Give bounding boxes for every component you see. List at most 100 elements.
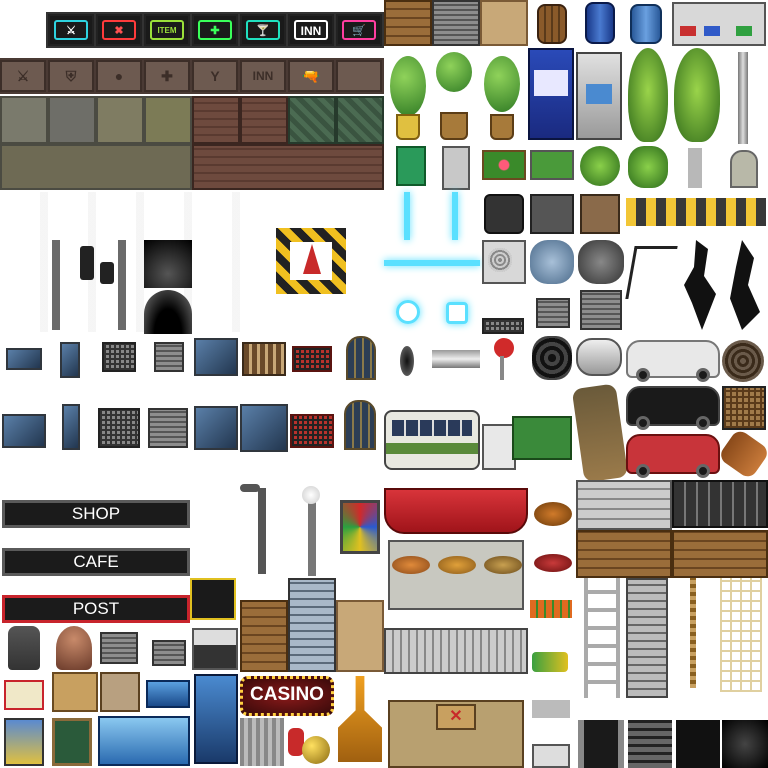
window-arch-1 [346,336,376,380]
cocktail-icon: Y [210,68,220,84]
wrecking-ball [302,736,330,764]
item-bag-icon: ITEM [150,20,184,40]
recycle-slot-blue [704,26,720,36]
potted-plant-1 [388,52,428,144]
street-lamp-2-head [302,486,320,504]
dark-stairs [672,480,768,528]
drain-pipe [400,346,414,376]
dark-rope-tile [676,720,720,768]
window-large-2 [194,406,238,450]
oil-tank [576,338,622,376]
traffic-light-head-2 [100,262,114,284]
trash-bags [530,240,574,284]
car-black-wheel-2 [696,416,710,430]
truck-cargo [512,416,572,460]
street-lamp-1 [258,488,266,574]
cardboard-box [480,0,528,46]
brick-base [192,144,384,190]
generator [484,194,524,234]
bus-windows [392,420,472,436]
window-red-2 [290,414,334,448]
ashtray-stand [8,626,40,670]
ticket-kiosk[interactable] [442,146,470,190]
building-model [240,718,284,766]
metal-stairs[interactable] [626,578,668,698]
crack-1 [625,246,678,299]
brick-wall-1 [192,96,240,144]
car-white-wheel-2 [696,368,710,382]
plate-inn: INN [240,60,286,92]
wooden-platform-2 [672,530,768,578]
stained-glass-window [340,500,380,554]
crack-3 [730,240,760,330]
drain-grate [482,318,524,334]
neon-tube-horizontal [384,260,480,266]
item-bag-icon: ● [114,68,124,84]
neon-square [446,302,468,324]
window-tall-2 [62,404,80,450]
plate-weapon: ⚔ [0,60,46,92]
stone-wall-3 [96,96,144,144]
neon-shop-sign: 🛒 [336,14,382,46]
billboard-blue [146,680,190,708]
rope[interactable] [690,578,696,688]
rope-net[interactable] [720,578,762,692]
vegetables [532,652,568,672]
plate-clinic: ✚ [144,60,190,92]
casino-sign: CASINO [240,676,334,716]
stone-wall-4 [144,96,192,144]
plate-gun: 🔫 [288,60,334,92]
window-tall-1 [60,342,80,378]
roast-chicken [534,502,572,526]
stop-sign [492,336,516,360]
tire-stack [532,336,572,380]
potted-plant-2 [434,52,474,144]
stone-steps [576,480,672,530]
car-white-wheel-1 [636,368,650,382]
tunnel-entrance [144,290,192,334]
stone-wall-1 [0,96,48,144]
neon-item-sign: ITEM [144,14,190,46]
boom-barrier [626,198,766,226]
plate-blank [336,60,382,92]
wooden-platform-1 [576,530,672,578]
tray-items [532,700,570,718]
window-shutter-2 [148,408,188,448]
price-board [532,744,570,768]
crate-stack [240,600,288,672]
tin-stall-awning [384,628,528,674]
inn-icon: INN [294,20,328,40]
ladder-1[interactable] [584,578,620,698]
car-red-wheel-1 [636,464,650,478]
window-small-2 [2,414,46,448]
post-sign: POST [2,595,190,623]
cocktail-icon: 🍸 [246,20,280,40]
food-platter-3 [484,556,522,574]
neon-armor-sign: ✖ [96,14,142,46]
recycle-slot-green [736,26,752,36]
notice-board [100,672,140,712]
window-grate-1 [102,342,136,372]
cafe-sign: CAFE [2,548,190,576]
payphone[interactable] [396,146,426,186]
neon-weapon-sign: ⚔ [48,14,94,46]
aircon-fan [488,248,512,272]
cardboard-box-2 [336,600,384,672]
pipe-horizontal [432,350,480,368]
neon-tube-vertical-1 [404,192,410,240]
stone-wall-2 [48,96,96,144]
cypress-tree-1 [628,48,668,142]
small-shop-front [192,628,238,670]
crate-marked: ✕ [436,704,476,730]
dark-ladder-tile [578,720,624,768]
window-wide-2 [240,404,288,452]
flower-planter [482,150,526,180]
bush-2 [628,146,668,188]
plate-item: ● [96,60,142,92]
cone [303,244,321,274]
cross-icon: ✚ [198,20,232,40]
shield-icon: ✖ [102,20,136,40]
dark-void-tile [722,720,768,768]
plate-bar: Y [192,60,238,92]
neon-tube-vertical-2 [452,192,458,240]
